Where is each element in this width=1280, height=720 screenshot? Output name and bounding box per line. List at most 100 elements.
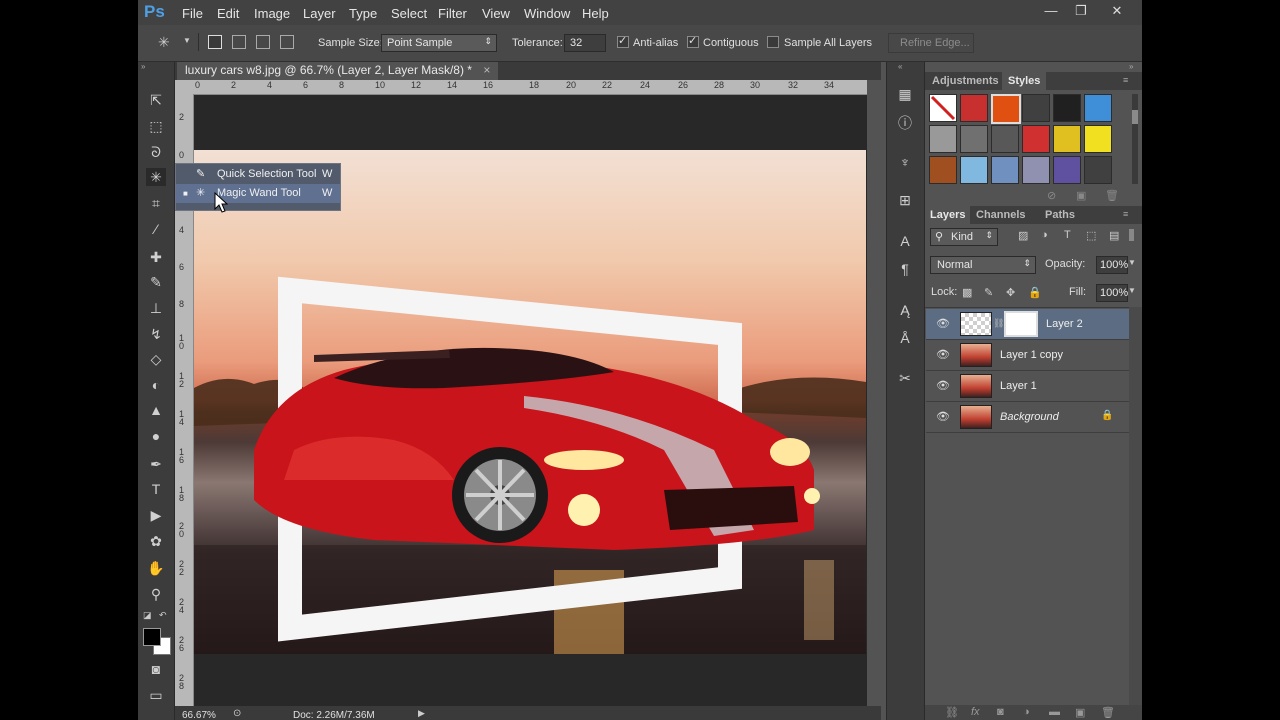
mask-link-icon[interactable]: ⛓	[993, 318, 1004, 329]
menu-file[interactable]: File	[182, 6, 203, 21]
ruler-origin[interactable]	[175, 80, 193, 94]
panel-menu-icon[interactable]: ≡	[1123, 75, 1128, 85]
visibility-eye-icon[interactable]: 👁	[936, 379, 950, 392]
layer-mask-thumbnail[interactable]	[1004, 311, 1038, 337]
fill-input[interactable]: 100%	[1096, 284, 1128, 302]
tab-adjustments[interactable]: Adjustments	[932, 75, 999, 87]
style-swatch[interactable]	[1084, 125, 1112, 153]
zoom-level[interactable]: 66.67%	[182, 710, 216, 720]
collapse-panels-icon[interactable]: »	[1129, 62, 1133, 71]
marquee-tool-icon[interactable]: ⬚	[146, 117, 166, 135]
menu-window[interactable]: Window	[524, 6, 570, 21]
style-swatch[interactable]	[991, 156, 1019, 184]
status-menu-arrow-icon[interactable]: ▶	[418, 708, 425, 719]
new-adjustment-icon[interactable]: ◑	[1023, 706, 1030, 718]
lasso-tool-icon[interactable]: ᘐ	[146, 143, 166, 161]
lock-image-icon[interactable]: ✎	[984, 286, 993, 299]
clone-stamp-tool-icon[interactable]: ⊥	[146, 299, 166, 317]
history-panel-icon[interactable]: ▦	[895, 86, 915, 104]
menu-view[interactable]: View	[482, 6, 510, 21]
style-swatch[interactable]	[1053, 156, 1081, 184]
close-tab-icon[interactable]: ×	[483, 63, 490, 77]
foreground-color-swatch[interactable]	[143, 628, 161, 646]
clone-source-panel-icon[interactable]: ⊞	[895, 192, 915, 210]
brush-tool-icon[interactable]: ✎	[146, 273, 166, 291]
history-brush-tool-icon[interactable]: ↯	[146, 325, 166, 343]
magic-wand-tool-icon[interactable]: ✳	[146, 168, 166, 186]
crop-tool-icon[interactable]: ⌗	[146, 194, 166, 212]
blur-tool-icon[interactable]: ▲	[146, 401, 166, 419]
tolerance-input[interactable]: 32	[564, 34, 606, 52]
layer-row[interactable]: 👁 ⛓ Layer 2	[926, 309, 1129, 340]
visibility-eye-icon[interactable]: 👁	[936, 410, 950, 423]
style-swatch[interactable]	[1053, 94, 1081, 122]
visibility-eye-icon[interactable]: 👁	[936, 317, 950, 330]
brush-panel-icon[interactable]: ♆	[895, 154, 915, 172]
dodge-tool-icon[interactable]: ●	[146, 427, 166, 445]
healing-brush-tool-icon[interactable]: ✚	[146, 248, 166, 266]
menu-help[interactable]: Help	[582, 6, 609, 21]
style-swatch[interactable]	[1084, 94, 1112, 122]
eyedropper-tool-icon[interactable]: ⁄	[146, 220, 166, 238]
menu-image[interactable]: Image	[254, 6, 290, 21]
link-layers-icon[interactable]: ⛓	[945, 706, 959, 719]
paragraph-panel-icon[interactable]: ¶	[895, 261, 915, 279]
info-panel-icon[interactable]: ⓘ	[895, 113, 915, 131]
subtract-selection-icon[interactable]	[256, 35, 270, 49]
zoom-tool-icon[interactable]: ⚲	[146, 585, 166, 603]
chevron-down-icon[interactable]: ▼	[183, 36, 191, 45]
layer-row[interactable]: 👁 Background 🔒	[926, 402, 1129, 433]
quick-mask-icon[interactable]: ◙	[146, 660, 166, 678]
tab-channels[interactable]: Channels	[976, 209, 1026, 221]
status-info-icon[interactable]: ⊙	[233, 708, 241, 719]
style-swatch[interactable]	[960, 156, 988, 184]
filter-adjustment-icon[interactable]: ◑	[1041, 229, 1048, 241]
default-colors-icon[interactable]: ◪	[143, 610, 152, 621]
styles-scrollbar[interactable]	[1132, 94, 1138, 184]
lock-position-icon[interactable]: ✥	[1006, 286, 1015, 299]
new-group-icon[interactable]: ▬	[1049, 706, 1060, 718]
path-selection-tool-icon[interactable]: ▶	[146, 506, 166, 524]
layer-row[interactable]: 👁 Layer 1	[926, 371, 1129, 402]
layers-scroll-area[interactable]	[1129, 307, 1142, 707]
screen-mode-icon[interactable]: ▭	[146, 686, 166, 704]
delete-layer-icon[interactable]: 🗑	[1101, 706, 1115, 719]
add-mask-icon[interactable]: ◙	[997, 706, 1004, 718]
tab-paths[interactable]: Paths	[1045, 209, 1075, 221]
style-swatch[interactable]	[991, 125, 1019, 153]
contiguous-checkbox[interactable]	[687, 34, 699, 48]
sample-all-layers-checkbox[interactable]	[767, 36, 779, 48]
tools-presets-icon[interactable]: ✂	[895, 370, 915, 388]
style-swatch[interactable]	[960, 94, 988, 122]
style-swatch[interactable]	[1022, 156, 1050, 184]
menu-type[interactable]: Type	[349, 6, 377, 21]
quick-selection-tool-item[interactable]: ✎ Quick Selection Tool W	[176, 165, 340, 184]
style-swatch-none[interactable]	[929, 94, 957, 122]
style-swatch[interactable]	[991, 94, 1021, 124]
refine-edge-button[interactable]: Refine Edge...	[888, 33, 974, 53]
hand-tool-icon[interactable]: ✋	[146, 559, 166, 577]
paint-bucket-tool-icon[interactable]: ◐	[146, 376, 166, 394]
filter-pixel-icon[interactable]: ▨	[1018, 229, 1028, 242]
restore-button[interactable]: ❐	[1071, 3, 1091, 19]
delete-style-icon[interactable]: 🗑	[1105, 189, 1119, 202]
pen-tool-icon[interactable]: ✒	[146, 455, 166, 473]
style-swatch[interactable]	[1053, 125, 1081, 153]
magic-wand-tool-item[interactable]: ■ ✳ Magic Wand Tool W	[176, 184, 340, 203]
document-canvas[interactable]	[194, 150, 866, 654]
filter-shape-icon[interactable]: ⬚	[1086, 229, 1096, 242]
clear-style-icon[interactable]: ⊘	[1047, 189, 1056, 202]
character-styles-icon[interactable]: Ą	[895, 302, 915, 320]
style-swatch[interactable]	[929, 156, 957, 184]
style-swatch[interactable]	[1084, 156, 1112, 184]
ruler-horizontal[interactable]: 0 2 4 6 8 10 12 14 16 18 20 22 24 26 28 …	[193, 80, 867, 95]
intersect-selection-icon[interactable]	[280, 35, 294, 49]
move-tool-icon[interactable]: ⇱	[146, 91, 166, 109]
layer-row[interactable]: 👁 Layer 1 copy	[926, 340, 1129, 371]
lock-transparency-icon[interactable]: ▩	[962, 286, 972, 299]
panel-menu-icon[interactable]: ≡	[1123, 209, 1128, 219]
style-swatch[interactable]	[960, 125, 988, 153]
new-style-icon[interactable]: ▣	[1076, 189, 1086, 202]
add-to-selection-icon[interactable]	[232, 35, 246, 49]
fill-slider-arrow-icon[interactable]: ▼	[1128, 286, 1136, 295]
